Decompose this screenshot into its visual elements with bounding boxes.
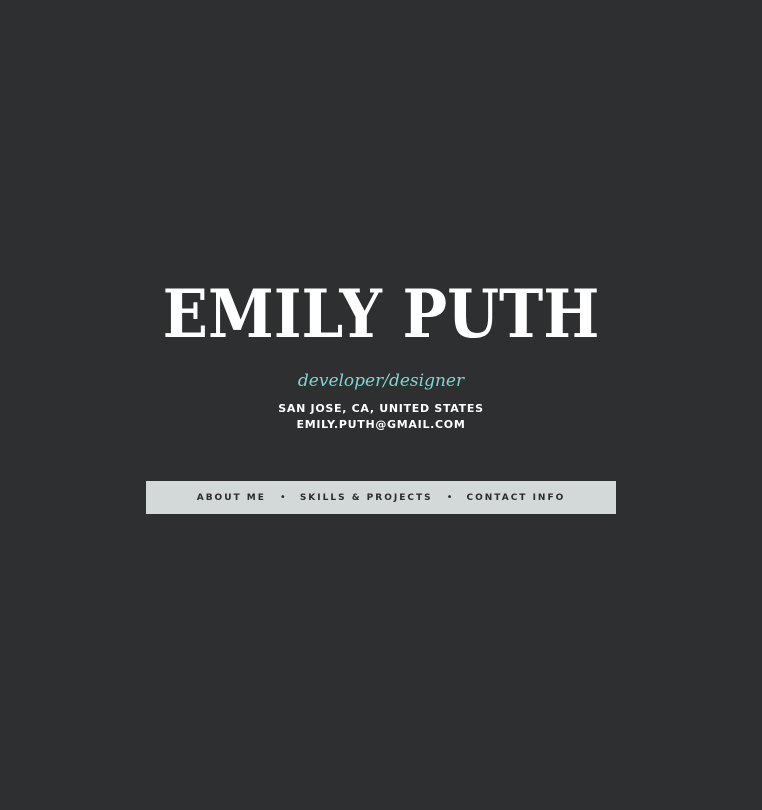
- email-text: EMILY.PUTH@GMAIL.COM: [296, 418, 466, 431]
- nav-separator: •: [446, 492, 453, 503]
- tagline: developer/designer: [297, 371, 465, 391]
- nav-link-contact-info[interactable]: CONTACT INFO: [467, 493, 566, 503]
- nav-link-about-me[interactable]: ABOUT ME: [197, 493, 266, 503]
- nav-separator: •: [279, 492, 286, 503]
- location-text: SAN JOSE, CA, UNITED STATES: [278, 402, 484, 415]
- main-nav: ABOUT ME • SKILLS & PROJECTS • CONTACT I…: [146, 481, 616, 514]
- nav-link-skills-projects[interactable]: SKILLS & PROJECTS: [300, 493, 433, 503]
- page-title: EMILY PUTH: [162, 275, 600, 353]
- hero-section: EMILY PUTH developer/designer SAN JOSE, …: [0, 0, 762, 810]
